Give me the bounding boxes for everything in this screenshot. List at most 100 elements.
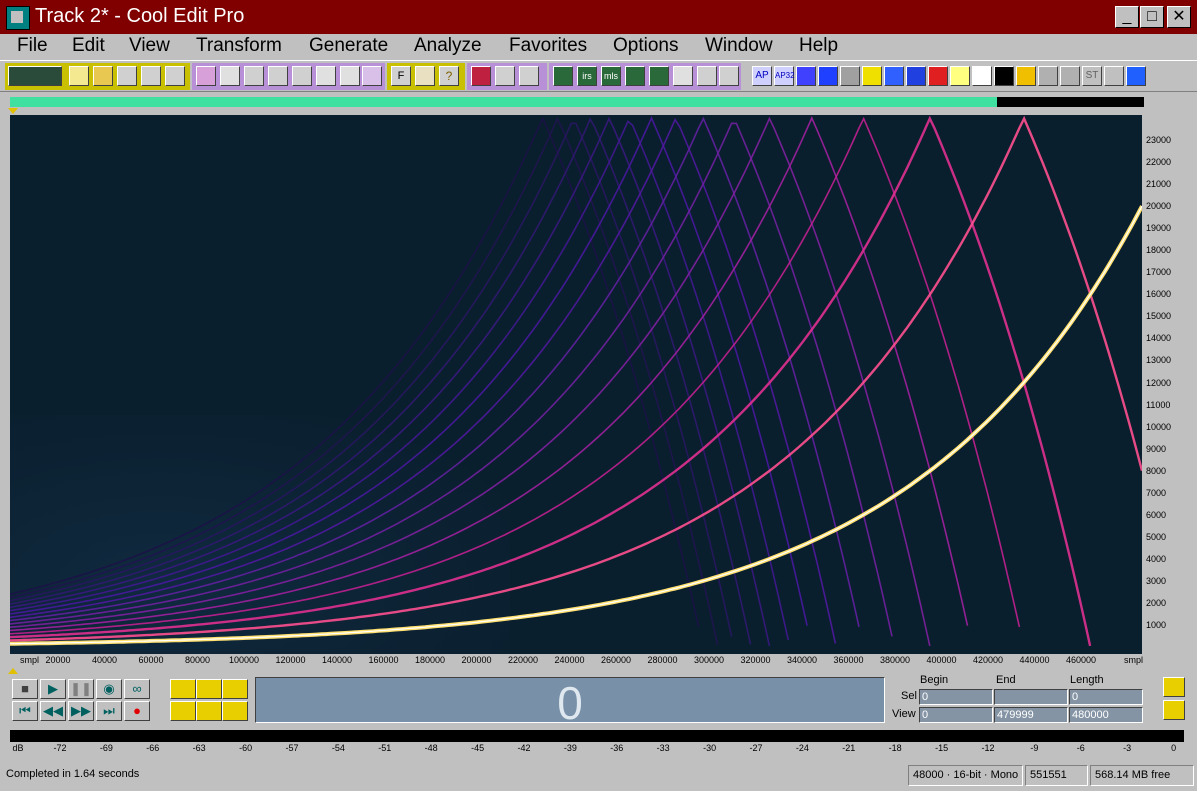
effect-12-icon[interactable] — [1038, 66, 1058, 86]
pause-button[interactable]: ❚❚ — [68, 679, 94, 699]
mls-icon[interactable]: mls — [601, 66, 621, 86]
record-button[interactable]: ● — [124, 701, 150, 721]
app-icon[interactable] — [6, 6, 30, 30]
sel-length-field[interactable]: 0 — [1069, 689, 1143, 705]
sel-begin-field[interactable]: 0 — [919, 689, 993, 705]
zoom-left-icon[interactable] — [196, 701, 222, 721]
open-file-icon[interactable] — [93, 66, 113, 86]
menu-file[interactable]: File — [17, 35, 48, 57]
go-to-end-button[interactable]: ⏭ — [96, 701, 122, 721]
cut-icon[interactable] — [244, 66, 264, 86]
paste-new-icon[interactable] — [340, 66, 360, 86]
fast-forward-button[interactable]: ▶▶ — [68, 701, 94, 721]
zoom-full-icon[interactable] — [222, 679, 248, 699]
sel-end-field[interactable] — [994, 689, 1068, 705]
menu-view[interactable]: View — [129, 35, 170, 57]
menu-favorites[interactable]: Favorites — [509, 35, 587, 57]
effect-11-icon[interactable] — [1016, 66, 1036, 86]
spectrogram-view[interactable] — [10, 115, 1142, 654]
close-button[interactable]: ✕ — [1167, 6, 1191, 28]
help-button[interactable]: ? — [439, 66, 459, 86]
ap-icon[interactable]: AP — [752, 66, 772, 86]
effect-2-icon[interactable] — [818, 66, 838, 86]
view-length-field[interactable]: 480000 — [1069, 707, 1143, 723]
effect-14-icon[interactable] — [1104, 66, 1124, 86]
save-icon[interactable] — [117, 66, 137, 86]
x-tick-label: 320000 — [740, 655, 771, 665]
save-as-icon[interactable] — [141, 66, 161, 86]
overview-bar[interactable] — [10, 97, 1144, 107]
menu-analyze[interactable]: Analyze — [414, 35, 482, 57]
start-marker-icon[interactable] — [8, 108, 18, 114]
edit-waveform-icon[interactable] — [196, 66, 216, 86]
play-to-end-button[interactable]: ◉ — [96, 679, 122, 699]
time-display: 0 — [255, 677, 885, 729]
length-header: Length — [1070, 674, 1104, 686]
st-icon[interactable]: ST — [1082, 66, 1102, 86]
mix-paste-icon[interactable] — [316, 66, 336, 86]
menu-transform[interactable]: Transform — [196, 35, 282, 57]
maximize-button[interactable]: □ — [1140, 6, 1164, 28]
frequency-analysis-icon[interactable] — [519, 66, 539, 86]
new-file-icon[interactable] — [69, 66, 89, 86]
x-tick-label: 180000 — [414, 655, 446, 665]
effect-6-icon[interactable] — [906, 66, 926, 86]
menu-options[interactable]: Options — [613, 35, 678, 57]
zoom-in-icon[interactable] — [170, 679, 196, 699]
x-tick-label: 140000 — [321, 655, 353, 665]
waveform-view-icon[interactable] — [471, 66, 491, 86]
irs-icon[interactable]: irs — [577, 66, 597, 86]
menu-help[interactable]: Help — [799, 35, 838, 57]
noise-icon[interactable] — [719, 66, 739, 86]
effect-13-icon[interactable] — [1060, 66, 1080, 86]
overview-visible-range[interactable] — [10, 97, 997, 107]
zoom-out-vertical-icon[interactable] — [1163, 700, 1185, 720]
meter-tick-label: -33 — [656, 743, 670, 753]
ap32-icon[interactable]: AP32 — [774, 66, 795, 86]
loop-button[interactable]: ∞ — [124, 679, 150, 699]
cursor-marker-icon[interactable] — [8, 668, 18, 674]
zoom-right-icon[interactable] — [222, 701, 248, 721]
view-begin-field[interactable]: 0 — [919, 707, 993, 723]
zoom-out-icon[interactable] — [196, 679, 222, 699]
minimize-button[interactable]: _ — [1115, 6, 1139, 28]
effect-10-icon[interactable] — [994, 66, 1014, 86]
y-tick-label: 7000 — [1146, 487, 1167, 498]
zoom-in-vertical-icon[interactable] — [1163, 677, 1185, 697]
copy-icon[interactable] — [268, 66, 288, 86]
spectral-view-icon[interactable] — [495, 66, 515, 86]
effect-15-icon[interactable] — [1126, 66, 1146, 86]
select-icon[interactable] — [220, 66, 240, 86]
rewind-button[interactable]: ◀◀ — [40, 701, 66, 721]
paste-icon[interactable] — [292, 66, 312, 86]
mls-alt-icon[interactable] — [625, 66, 645, 86]
menu-edit[interactable]: Edit — [72, 35, 105, 57]
menu-window[interactable]: Window — [705, 35, 773, 57]
script-icon[interactable] — [415, 66, 435, 86]
zoom-controls — [168, 677, 248, 723]
effect-7-icon[interactable] — [928, 66, 948, 86]
menu-generate[interactable]: Generate — [309, 35, 388, 57]
play-button[interactable]: ▶ — [40, 679, 66, 699]
envelope-icon[interactable] — [553, 66, 573, 86]
tone-icon[interactable] — [697, 66, 717, 86]
toolbar-group-mode — [5, 63, 65, 90]
effect-5-icon[interactable] — [884, 66, 904, 86]
effect-9-icon[interactable] — [972, 66, 992, 86]
effect-8-icon[interactable] — [950, 66, 970, 86]
effect-3-icon[interactable] — [840, 66, 860, 86]
zoom-selection-icon[interactable] — [170, 701, 196, 721]
effect-4-icon[interactable] — [862, 66, 882, 86]
status-free-space: 568.14 MB free — [1090, 765, 1194, 786]
stop-button[interactable]: ■ — [12, 679, 38, 699]
view-end-field[interactable]: 479999 — [994, 707, 1068, 723]
cd-icon[interactable] — [362, 66, 382, 86]
f-button[interactable]: F — [391, 66, 411, 86]
chart-icon[interactable] — [673, 66, 693, 86]
meter-tick-label: -9 — [1030, 743, 1039, 753]
save-all-icon[interactable] — [165, 66, 185, 86]
sweep-icon[interactable] — [649, 66, 669, 86]
multitrack-toggle-icon[interactable] — [8, 66, 62, 86]
go-to-start-button[interactable]: ⏮ — [12, 701, 38, 721]
effect-1-icon[interactable] — [796, 66, 816, 86]
